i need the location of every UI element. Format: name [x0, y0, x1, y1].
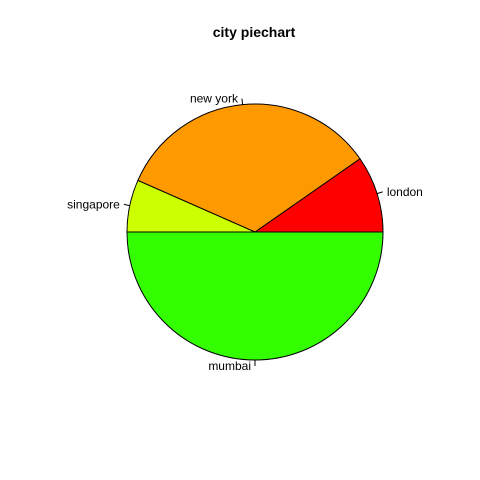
slice-label-london: london — [387, 185, 423, 199]
leader-line-singapore — [123, 203, 130, 207]
chart-title: city piechart — [213, 24, 296, 40]
leader-line-london — [376, 191, 383, 195]
pie-slices — [126, 103, 384, 361]
pie-slice-mumbai — [126, 231, 384, 361]
pie-chart: city piechart london new york singapore mum… — [67, 24, 423, 373]
slice-label-mumbai: mumbai — [208, 359, 251, 373]
leader-line-new-york — [241, 98, 244, 105]
slice-label-singapore: singapore — [67, 197, 120, 211]
pie-chart-container: city piechart london new york singapore mum… — [0, 0, 480, 480]
slice-label-new-york: new york — [190, 92, 239, 106]
